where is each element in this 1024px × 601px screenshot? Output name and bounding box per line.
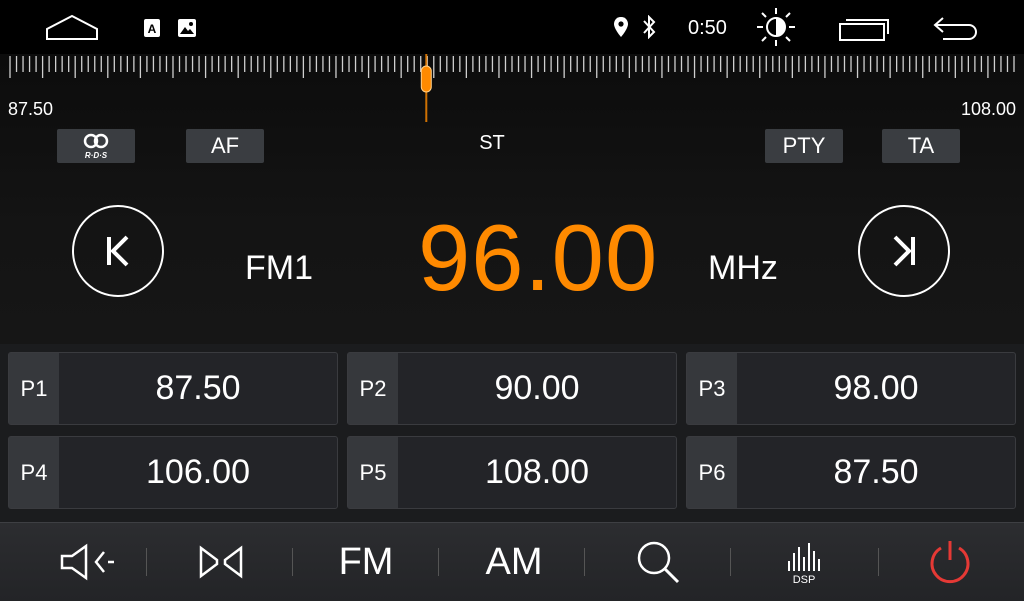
preset-number: P5 <box>348 437 398 508</box>
preset-button-p3[interactable]: P3 98.00 <box>686 352 1016 425</box>
stereo-indicator: ST <box>479 132 505 154</box>
power-button[interactable] <box>918 523 982 601</box>
bluetooth-icon <box>640 14 658 40</box>
toolbar-separator <box>438 548 439 576</box>
band-label: FM1 <box>245 249 313 287</box>
preset-frequency: 98.00 <box>833 369 919 407</box>
status-bar: A 0:50 <box>0 0 1024 54</box>
tuning-needle[interactable] <box>420 54 432 122</box>
stereo-mono-icon <box>199 545 243 579</box>
range-max-label: 108.00 <box>960 99 1016 119</box>
current-frequency: 96.00 <box>418 205 659 310</box>
preset-button-p2[interactable]: P2 90.00 <box>347 352 677 425</box>
preset-frequency: 108.00 <box>485 453 589 491</box>
location-icon <box>612 15 630 39</box>
preset-number: P6 <box>687 437 737 508</box>
seek-next-icon <box>893 235 915 267</box>
rds-logo-icon: R·D·S <box>83 133 109 160</box>
toolbar-separator <box>878 548 879 576</box>
search-button[interactable] <box>624 523 692 601</box>
seek-next-button[interactable] <box>858 205 950 297</box>
preset-button-p4[interactable]: P4 106.00 <box>8 436 338 509</box>
recent-apps-icon[interactable] <box>836 14 892 42</box>
svg-text:DSP: DSP <box>793 574 816 585</box>
pty-button[interactable]: PTY <box>765 129 843 163</box>
dsp-button[interactable]: DSP <box>772 523 838 601</box>
preset-frequency: 87.50 <box>155 369 241 407</box>
seek-previous-button[interactable] <box>72 205 164 297</box>
preset-number: P3 <box>687 353 737 424</box>
tuner-panel: 87.50 108.00 R·D·S AF ST PTY TA FM1 96.0… <box>0 54 1024 344</box>
preset-grid: P1 87.50 P2 90.00 P3 98.00 P4 106.00 P5 … <box>0 344 1024 522</box>
brightness-icon[interactable] <box>755 6 797 48</box>
volume-button[interactable] <box>50 523 126 601</box>
am-label: AM <box>485 540 543 583</box>
fm-band-button[interactable]: FM <box>322 523 410 601</box>
preset-button-p1[interactable]: P1 87.50 <box>8 352 338 425</box>
toolbar-separator <box>730 548 731 576</box>
rds-button[interactable]: R·D·S <box>57 129 135 163</box>
preset-frequency: 90.00 <box>494 369 580 407</box>
bottom-toolbar: FM AM DSP <box>0 522 1024 601</box>
frequency-scale[interactable] <box>0 54 1024 124</box>
dsp-equalizer-icon: DSP <box>788 543 820 585</box>
preset-button-p6[interactable]: P6 87.50 <box>686 436 1016 509</box>
frequency-unit: MHz <box>708 249 778 287</box>
preset-number: P4 <box>9 437 59 508</box>
power-icon <box>930 541 970 584</box>
svg-text:R·D·S: R·D·S <box>85 151 108 160</box>
seek-previous-icon <box>107 235 129 267</box>
svg-text:A: A <box>148 22 157 36</box>
af-button[interactable]: AF <box>186 129 264 163</box>
toolbar-separator <box>146 548 147 576</box>
home-icon[interactable] <box>44 12 100 42</box>
range-min-label: 87.50 <box>8 99 54 119</box>
preset-frequency: 106.00 <box>146 453 250 491</box>
preset-number: P1 <box>9 353 59 424</box>
preset-frequency: 87.50 <box>833 453 919 491</box>
search-icon <box>637 541 680 584</box>
app-notification-icon: A <box>143 18 161 38</box>
toolbar-separator <box>584 548 585 576</box>
volume-icon <box>60 543 114 581</box>
image-notification-icon <box>177 18 197 38</box>
stereo-mono-button[interactable] <box>186 523 256 601</box>
preset-button-p5[interactable]: P5 108.00 <box>347 436 677 509</box>
clock: 0:50 <box>688 17 727 39</box>
fm-label: FM <box>338 540 394 583</box>
ta-button[interactable]: TA <box>882 129 960 163</box>
toolbar-separator <box>292 548 293 576</box>
am-band-button[interactable]: AM <box>468 523 560 601</box>
preset-number: P2 <box>348 353 398 424</box>
back-icon[interactable] <box>930 14 982 42</box>
